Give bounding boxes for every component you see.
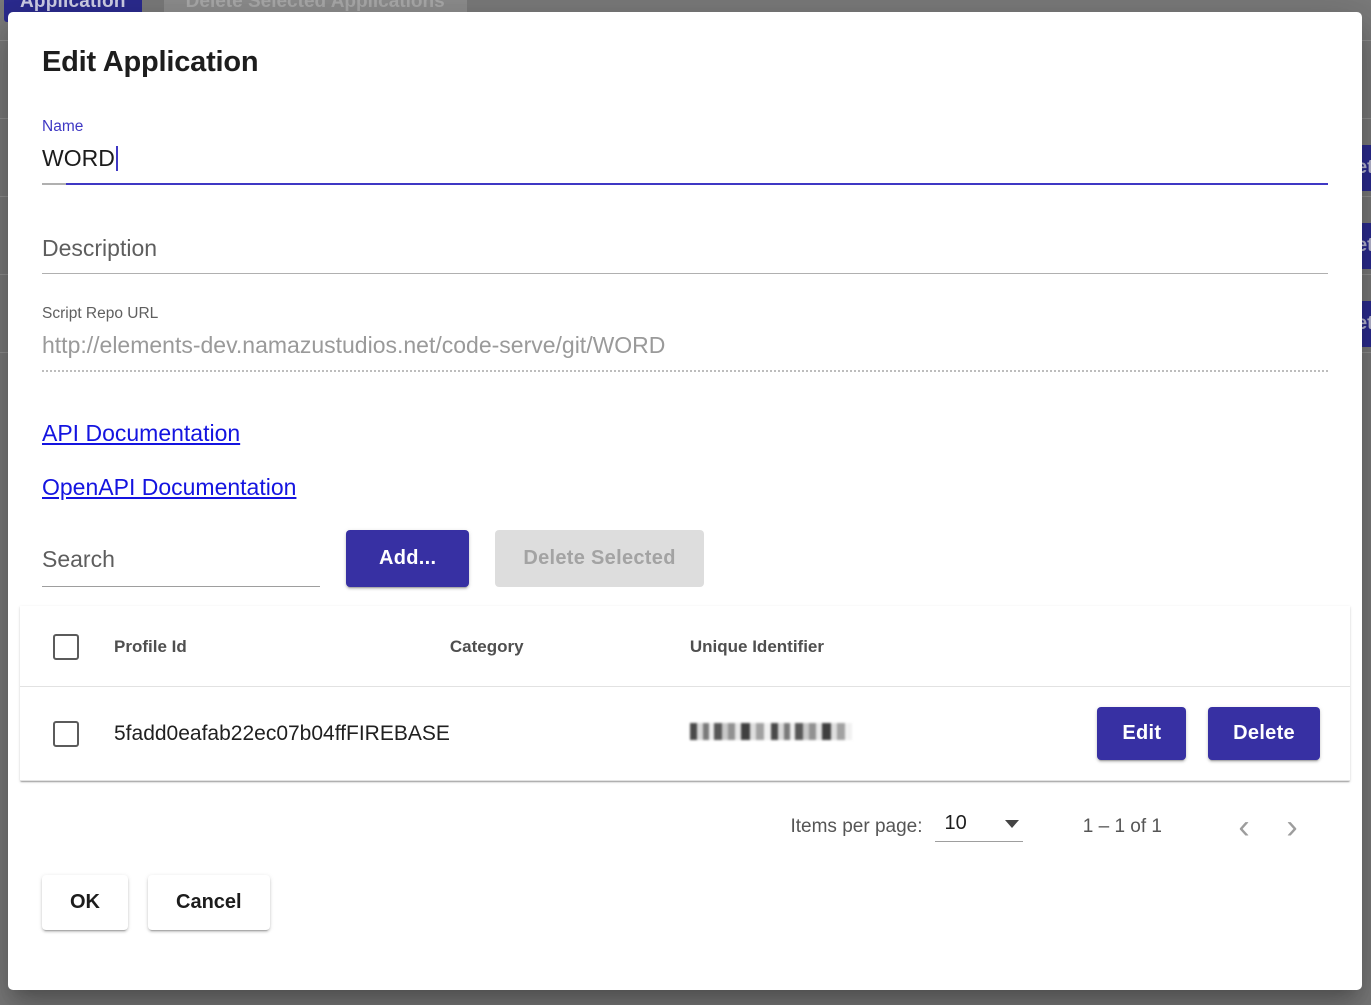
delete-profile-button[interactable]: Delete [1208, 707, 1320, 760]
header-actions [945, 606, 1350, 687]
ok-button[interactable]: OK [42, 875, 128, 930]
items-per-page-label: Items per page: [790, 816, 922, 838]
delete-selected-profiles-button: Delete Selected [495, 530, 703, 587]
profile-actions-row: Search Add... Delete Selected [42, 530, 1328, 587]
description-field-underline [42, 273, 1328, 274]
name-field-underline [42, 183, 1328, 185]
description-field-label: Description [42, 231, 1328, 265]
profiles-table-head: Profile Id Category Unique Identifier [20, 606, 1350, 687]
openapi-documentation-link[interactable]: OpenAPI Documentation [42, 474, 296, 501]
next-page-icon[interactable]: › [1268, 803, 1316, 851]
header-unique-identifier: Unique Identifier [690, 606, 945, 687]
row-select-cell [20, 687, 114, 781]
table-paginator: Items per page: 10 1 – 1 of 1 ‹ › [20, 781, 1350, 853]
name-input-value: WORD [42, 145, 115, 171]
edit-profile-button[interactable]: Edit [1097, 707, 1186, 760]
select-all-header [20, 606, 114, 687]
cell-profile-id: 5fadd0eafab22ec07b04ffFIREBASE [114, 687, 450, 781]
items-per-page-value: 10 [945, 812, 967, 835]
cell-category [450, 687, 690, 781]
table-row: 5fadd0eafab22ec07b04ffFIREBASE Edit Dele… [20, 687, 1350, 781]
redacted-value [690, 723, 852, 740]
profiles-table: Profile Id Category Unique Identifier 5f… [20, 606, 1350, 781]
api-documentation-link[interactable]: API Documentation [42, 420, 240, 447]
header-profile-id: Profile Id [114, 606, 450, 687]
name-field-group[interactable]: Name WORD [42, 117, 1328, 185]
items-per-page-select[interactable]: 10 [935, 812, 1023, 842]
dialog-title: Edit Application [42, 46, 1328, 79]
previous-page-icon[interactable]: ‹ [1220, 803, 1268, 851]
table-header-row: Profile Id Category Unique Identifier [20, 606, 1350, 687]
text-caret [116, 146, 118, 171]
chevron-down-icon [1005, 820, 1019, 828]
pagination-range-label: 1 – 1 of 1 [1083, 816, 1162, 838]
header-category: Category [450, 606, 690, 687]
script-repo-url-value: http://elements-dev.namazustudios.net/co… [42, 324, 1328, 362]
script-repo-url-field-group: Script Repo URL http://elements-dev.nama… [42, 304, 1328, 372]
script-repo-url-underline [42, 370, 1328, 372]
search-field-underline [42, 586, 320, 587]
search-input-placeholder: Search [42, 542, 320, 576]
search-field-group[interactable]: Search [42, 542, 320, 587]
row-select-checkbox[interactable] [53, 721, 79, 747]
add-profile-button[interactable]: Add... [346, 530, 469, 587]
cell-row-actions: Edit Delete [945, 687, 1350, 781]
cell-unique-identifier [690, 687, 945, 781]
profiles-table-card: Profile Id Category Unique Identifier 5f… [20, 606, 1350, 781]
script-repo-url-label: Script Repo URL [42, 304, 1328, 324]
name-field-label: Name [42, 117, 1328, 137]
select-all-checkbox[interactable] [53, 634, 79, 660]
name-input[interactable]: WORD [42, 137, 1328, 175]
cancel-button[interactable]: Cancel [148, 875, 270, 930]
dialog-footer: OK Cancel [8, 853, 1362, 964]
edit-application-dialog: Edit Application Name WORD Description S… [8, 12, 1362, 990]
description-field-group[interactable]: Description [42, 231, 1328, 274]
profiles-table-body: 5fadd0eafab22ec07b04ffFIREBASE Edit Dele… [20, 687, 1350, 781]
